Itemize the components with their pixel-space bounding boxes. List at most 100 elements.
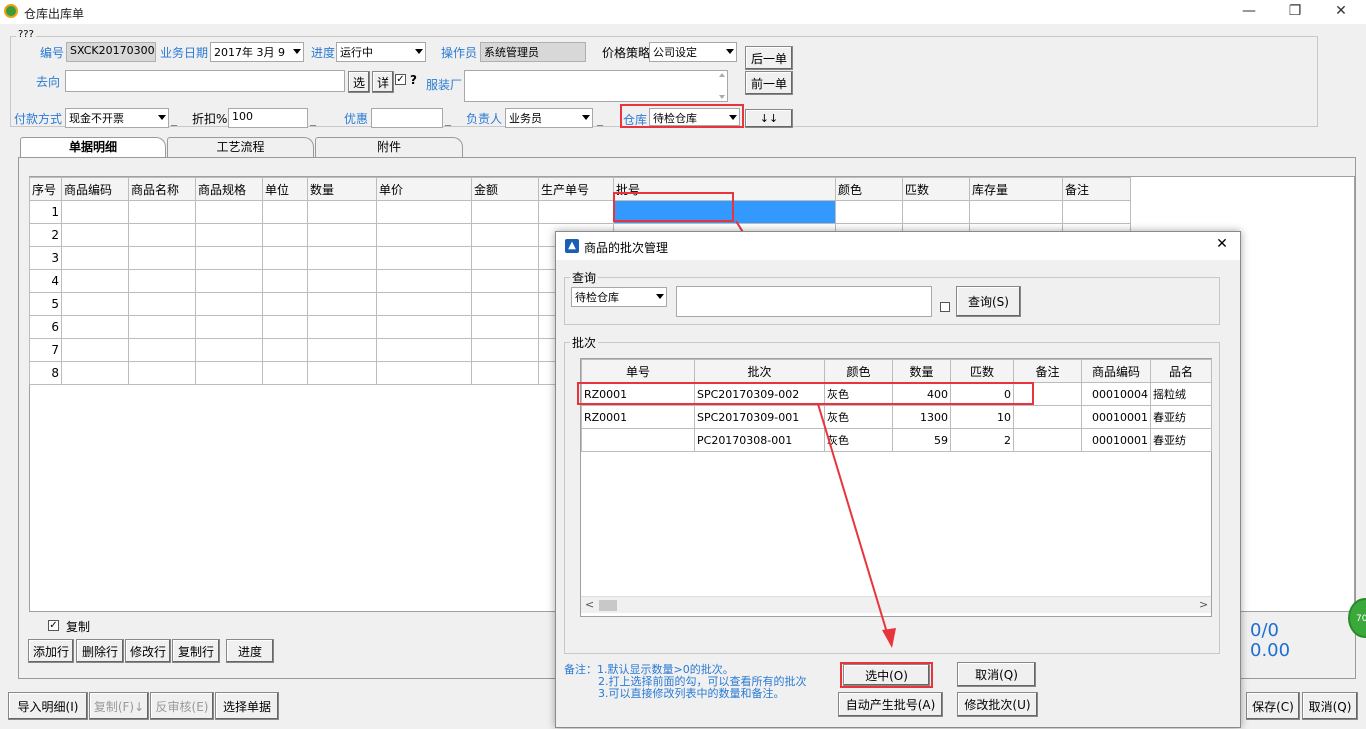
scroll-left-icon[interactable]: < bbox=[585, 598, 594, 611]
batch-col-header[interactable]: 颜色 bbox=[824, 359, 893, 383]
grid-cell[interactable] bbox=[262, 223, 308, 247]
batch-cell[interactable]: 59 bbox=[892, 428, 951, 452]
grid-cell[interactable] bbox=[376, 315, 472, 339]
batch-cell[interactable]: 灰色 bbox=[824, 428, 893, 452]
batch-cell[interactable]: 10 bbox=[950, 405, 1014, 429]
select-dest-button[interactable]: 选 bbox=[348, 71, 370, 93]
grid-cell[interactable] bbox=[61, 269, 129, 293]
col-header[interactable]: 备注 bbox=[1062, 177, 1131, 201]
col-header[interactable]: 匹数 bbox=[902, 177, 970, 201]
batch-cell[interactable]: PC20170308-001 bbox=[694, 428, 825, 452]
dialog-close-button[interactable]: ✕ bbox=[1212, 236, 1232, 256]
batch-cell[interactable]: 春亚纺 bbox=[1150, 405, 1212, 429]
batch-cell[interactable]: RZ0001 bbox=[581, 405, 695, 429]
grid-cell[interactable] bbox=[262, 200, 308, 224]
col-header[interactable]: 金额 bbox=[471, 177, 539, 201]
grid-cell[interactable] bbox=[307, 338, 377, 362]
col-header[interactable]: 序号 bbox=[29, 177, 62, 201]
grid-cell[interactable] bbox=[1062, 200, 1131, 224]
grid-cell[interactable] bbox=[538, 200, 614, 224]
dest-checkbox[interactable]: ✓ bbox=[395, 74, 406, 85]
batch-hscrollbar[interactable]: < > bbox=[581, 596, 1211, 613]
grid-cell[interactable] bbox=[61, 200, 129, 224]
table-row[interactable]: 1 bbox=[29, 200, 1131, 224]
grid-cell[interactable] bbox=[307, 315, 377, 339]
modify-row-button[interactable]: 修改行 bbox=[125, 639, 171, 663]
grid-cell[interactable] bbox=[61, 223, 129, 247]
select-document-button[interactable]: 选择单据 bbox=[215, 692, 279, 720]
minimize-button[interactable]: — bbox=[1226, 0, 1272, 24]
save-button[interactable]: 保存(C) bbox=[1246, 692, 1300, 720]
warehouse-select[interactable]: 待检仓库 bbox=[649, 108, 740, 126]
grid-cell[interactable] bbox=[307, 223, 377, 247]
grid-cell[interactable] bbox=[61, 292, 129, 316]
grid-cell[interactable] bbox=[128, 246, 196, 270]
batch-col-header[interactable]: 备注 bbox=[1013, 359, 1082, 383]
tab-attachment[interactable]: 附件 bbox=[315, 137, 463, 158]
query-checkbox[interactable] bbox=[940, 302, 950, 312]
col-header[interactable]: 商品名称 bbox=[128, 177, 196, 201]
grid-cell[interactable] bbox=[195, 246, 263, 270]
query-input[interactable] bbox=[676, 286, 932, 317]
grid-cell[interactable] bbox=[376, 361, 472, 385]
batch-cell[interactable] bbox=[581, 428, 695, 452]
grid-cell[interactable] bbox=[307, 269, 377, 293]
grid-cell[interactable] bbox=[195, 361, 263, 385]
tab-detail[interactable]: 单据明细 bbox=[20, 137, 166, 159]
grid-cell[interactable] bbox=[471, 223, 539, 247]
sort-down-button[interactable]: ↓↓ bbox=[745, 109, 793, 128]
restore-button[interactable]: ❐ bbox=[1272, 0, 1318, 24]
batch-cell[interactable]: 00010004 bbox=[1081, 382, 1151, 406]
grid-cell[interactable] bbox=[128, 269, 196, 293]
batch-cell[interactable]: 2 bbox=[950, 428, 1014, 452]
copy-row-button[interactable]: 复制行 bbox=[172, 639, 220, 663]
grid-cell[interactable] bbox=[376, 200, 472, 224]
delete-row-button[interactable]: 删除行 bbox=[76, 639, 124, 663]
grid-cell[interactable] bbox=[307, 246, 377, 270]
tab-process[interactable]: 工艺流程 bbox=[167, 137, 314, 158]
scroll-thumb[interactable] bbox=[599, 600, 617, 611]
grid-cell[interactable] bbox=[307, 361, 377, 385]
col-header[interactable]: 商品编码 bbox=[61, 177, 129, 201]
query-button[interactable]: 查询(S) bbox=[956, 286, 1021, 317]
grid-cell[interactable] bbox=[128, 292, 196, 316]
grid-cell[interactable] bbox=[376, 246, 472, 270]
grid-cell[interactable] bbox=[471, 269, 539, 293]
grid-cell[interactable] bbox=[262, 361, 308, 385]
grid-cell[interactable] bbox=[61, 246, 129, 270]
offer-input[interactable] bbox=[371, 108, 443, 128]
batch-cell[interactable]: SPC20170309-001 bbox=[694, 405, 825, 429]
grid-cell[interactable] bbox=[902, 200, 970, 224]
select-batch-button[interactable]: 选中(O) bbox=[843, 664, 930, 686]
batch-row[interactable]: RZ0001 SPC20170309-001 灰色 1300 10 00010001 春亚纺 bbox=[581, 405, 1212, 429]
unaudit-button[interactable]: 反审核(E) bbox=[150, 692, 214, 720]
grid-cell[interactable] bbox=[128, 338, 196, 362]
price-select[interactable]: 公司设定 bbox=[649, 42, 737, 62]
batch-cell[interactable]: 00010001 bbox=[1081, 405, 1151, 429]
date-picker[interactable]: 2017年 3月 9 bbox=[210, 42, 304, 62]
grid-cell[interactable] bbox=[376, 292, 472, 316]
col-header[interactable]: 库存量 bbox=[969, 177, 1063, 201]
factory-textarea[interactable] bbox=[464, 70, 728, 102]
batch-cell[interactable]: 摇粒绒 bbox=[1150, 382, 1212, 406]
dialog-cancel-button[interactable]: 取消(Q) bbox=[957, 662, 1036, 687]
grid-cell[interactable] bbox=[835, 200, 903, 224]
close-button[interactable]: ✕ bbox=[1318, 0, 1364, 24]
grid-cell[interactable] bbox=[195, 200, 263, 224]
batch-grid[interactable]: 单号 批次 颜色 数量 匹数 备注 商品编码 品名 RZ0001 SPC20170… bbox=[581, 359, 1212, 452]
batch-cell[interactable]: 春亚纺 bbox=[1150, 428, 1212, 452]
col-header[interactable]: 颜色 bbox=[835, 177, 903, 201]
grid-cell[interactable] bbox=[471, 200, 539, 224]
query-warehouse-select[interactable]: 待检仓库 bbox=[571, 287, 667, 307]
grid-cell[interactable] bbox=[195, 315, 263, 339]
grid-cell[interactable] bbox=[471, 246, 539, 270]
grid-cell[interactable] bbox=[195, 269, 263, 293]
help-icon[interactable]: ? bbox=[410, 73, 417, 87]
add-row-button[interactable]: 添加行 bbox=[28, 639, 74, 663]
grid-cell[interactable] bbox=[376, 223, 472, 247]
modify-batch-button[interactable]: 修改批次(U) bbox=[957, 692, 1038, 717]
batch-col-header[interactable]: 品名 bbox=[1150, 359, 1212, 383]
grid-cell[interactable] bbox=[262, 292, 308, 316]
dest-input[interactable] bbox=[65, 70, 345, 92]
copy-button[interactable]: 复制(F)↓ bbox=[89, 692, 149, 720]
